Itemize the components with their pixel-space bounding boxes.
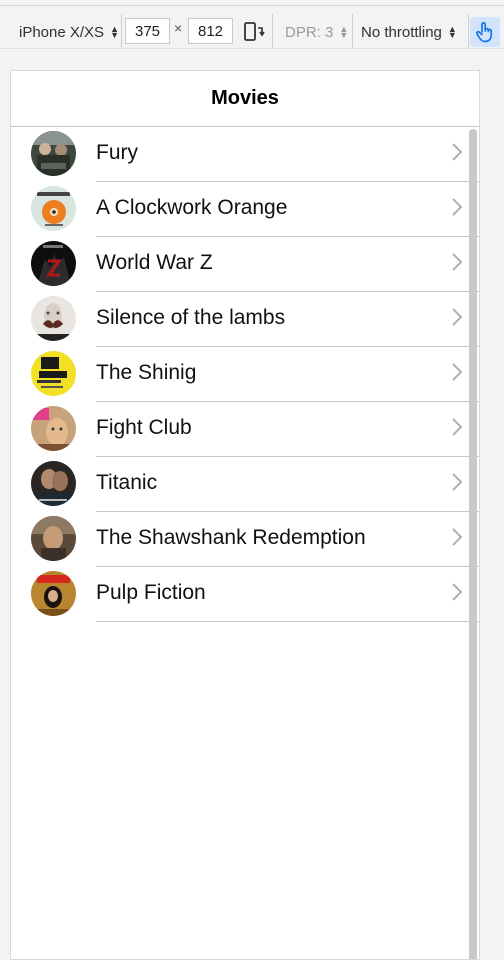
chevron-right-icon <box>452 143 463 161</box>
list-item-the-shawshank-redemption[interactable]: The Shawshank Redemption <box>11 512 479 567</box>
movie-poster-avatar <box>31 241 76 286</box>
movie-poster-avatar <box>31 406 76 451</box>
toolbar-separator <box>352 14 353 48</box>
movie-poster-avatar <box>31 461 76 506</box>
chevron-right-icon <box>452 583 463 601</box>
chevron-right-icon <box>452 363 463 381</box>
movie-title: A Clockwork Orange <box>96 196 288 219</box>
page-title: Movies <box>211 87 279 109</box>
chevron-right-icon <box>452 308 463 326</box>
movie-title: Silence of the lambs <box>96 306 286 329</box>
nav-bar: Movies <box>11 71 479 127</box>
movie-title: Fight Club <box>96 416 192 439</box>
movie-title: Titanic <box>96 471 158 494</box>
throttling-select-label: No throttling <box>361 23 442 41</box>
height-input[interactable]: 812 <box>188 18 233 44</box>
movie-poster-avatar <box>31 351 76 396</box>
device-select-label: iPhone X/XS <box>19 23 105 41</box>
devtools-toolbar: iPhone X/XS ▲ ▼ 375 × 812 DPR: 3 ▲ ▼ No th… <box>0 0 504 62</box>
movie-poster-avatar <box>31 131 76 176</box>
movie-poster-avatar <box>31 571 76 616</box>
movie-title: The Shawshank Redemption <box>96 526 366 549</box>
list-item-the-shinig[interactable]: The Shinig <box>11 347 479 402</box>
chevron-right-icon <box>452 253 463 271</box>
device-viewport: Movies Fury A Clockwork Orange World War… <box>10 70 480 960</box>
list-item-pulp-fiction[interactable]: Pulp Fiction <box>11 567 479 622</box>
dpr-select-label: DPR: 3 <box>285 23 334 41</box>
chevron-right-icon <box>452 198 463 216</box>
dimension-times: × <box>174 20 183 36</box>
movie-poster-avatar <box>31 296 76 341</box>
hand-pointer-icon <box>476 22 493 43</box>
row-divider <box>96 621 479 622</box>
list-item-world-war-z[interactable]: World War Z <box>11 237 479 292</box>
movie-list: Fury A Clockwork Orange World War Z Sile… <box>11 127 479 622</box>
movie-title: Pulp Fiction <box>96 581 206 604</box>
movie-title: The Shinig <box>96 361 197 384</box>
toolbar-top-border <box>0 5 504 6</box>
chevron-right-icon <box>452 418 463 436</box>
rotate-icon[interactable] <box>242 20 266 44</box>
movie-title: World War Z <box>96 251 213 274</box>
updown-icon: ▲ ▼ <box>339 24 349 40</box>
toolbar-bottom-border <box>0 48 504 49</box>
updown-icon: ▲ ▼ <box>447 24 457 40</box>
updown-icon: ▲ ▼ <box>110 24 119 40</box>
list-item-silence-of-the-lambs[interactable]: Silence of the lambs <box>11 292 479 347</box>
toolbar-separator <box>121 14 122 48</box>
toolbar-separator <box>468 14 469 48</box>
touch-toggle-button[interactable] <box>470 17 500 47</box>
movie-title: Fury <box>96 141 138 164</box>
movie-poster-avatar <box>31 516 76 561</box>
chevron-right-icon <box>452 473 463 491</box>
width-input[interactable]: 375 <box>125 18 170 44</box>
list-item-a-clockwork-orange[interactable]: A Clockwork Orange <box>11 182 479 237</box>
throttling-select[interactable]: No throttling ▲ ▼ <box>361 18 457 46</box>
movie-poster-avatar <box>31 186 76 231</box>
chevron-right-icon <box>452 528 463 546</box>
list-item-titanic[interactable]: Titanic <box>11 457 479 512</box>
list-item-fight-club[interactable]: Fight Club <box>11 402 479 457</box>
scrollbar[interactable] <box>469 129 477 959</box>
dpr-select[interactable]: DPR: 3 ▲ ▼ <box>285 18 348 46</box>
toolbar-separator <box>272 14 273 48</box>
device-select[interactable]: iPhone X/XS ▲ ▼ <box>19 18 119 46</box>
list-item-fury[interactable]: Fury <box>11 127 479 182</box>
